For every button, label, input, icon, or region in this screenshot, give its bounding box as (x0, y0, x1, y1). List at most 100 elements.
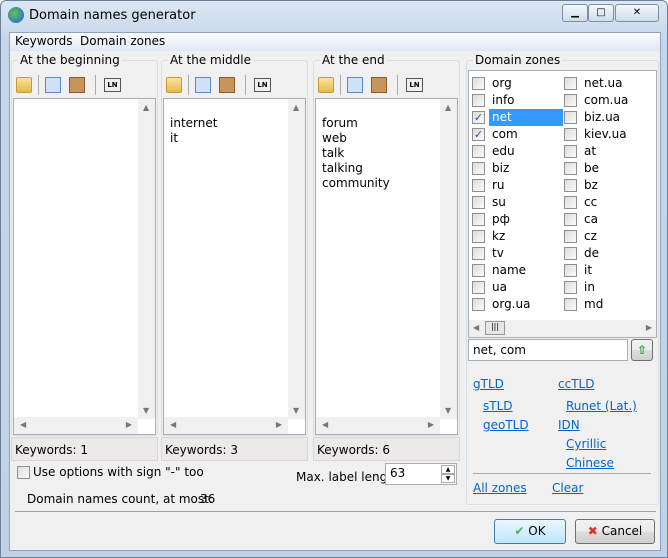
zone-label[interactable]: at (581, 143, 661, 160)
zone-label[interactable]: рф (489, 211, 563, 228)
spin-down-button[interactable]: ▼ (441, 474, 455, 483)
keyword-item[interactable]: talk (322, 146, 344, 161)
link-idn[interactable]: IDN (558, 418, 580, 432)
zone-label[interactable]: edu (489, 143, 563, 160)
zone-checkbox-bz[interactable] (564, 179, 577, 192)
zone-checkbox-kiev.ua[interactable] (564, 128, 577, 141)
zone-checkbox-ua[interactable] (472, 281, 485, 294)
link-chinese[interactable]: Chinese (566, 456, 614, 470)
zone-label[interactable]: it (581, 262, 661, 279)
zone-label[interactable]: be (581, 160, 661, 177)
keyword-item[interactable]: web (322, 131, 347, 146)
zone-checkbox-net[interactable]: ✓ (472, 111, 485, 124)
zone-checkbox-org.ua[interactable] (472, 298, 485, 311)
line-numbers-icon[interactable]: LN (254, 78, 271, 92)
spin-up-button[interactable]: ▲ (441, 465, 455, 474)
link-gtld[interactable]: gTLD (473, 377, 504, 391)
zone-label[interactable]: name (489, 262, 563, 279)
zone-label[interactable]: cc (581, 194, 661, 211)
zones-list[interactable]: org info ✓ net ✓ com edu biz ru su рф kz t… (468, 70, 657, 338)
cancel-button[interactable]: ✖ Cancel (575, 519, 655, 544)
zone-checkbox-it[interactable] (564, 264, 577, 277)
line-numbers-icon[interactable]: LN (406, 78, 423, 92)
zone-label[interactable]: biz.ua (581, 109, 661, 126)
zone-label[interactable]: su (489, 194, 563, 211)
zone-checkbox-рф[interactable] (472, 213, 485, 226)
zone-checkbox-tv[interactable] (472, 247, 485, 260)
link-cyrillic[interactable]: Cyrillic (566, 437, 606, 451)
zone-checkbox-biz[interactable] (472, 162, 485, 175)
keywords-list[interactable]: ▲ ▼ ◀ ▶ (13, 98, 156, 435)
zone-checkbox-ru[interactable] (472, 179, 485, 192)
zone-label[interactable]: biz (489, 160, 563, 177)
link-all-zones[interactable]: All zones (473, 481, 527, 495)
zone-label[interactable]: ua (489, 279, 563, 296)
keyword-item[interactable]: community (322, 176, 390, 191)
ok-button[interactable]: ✔ OK (494, 519, 566, 544)
zone-checkbox-edu[interactable] (472, 145, 485, 158)
zone-label[interactable]: com (489, 126, 563, 143)
zone-checkbox-at[interactable] (564, 145, 577, 158)
zone-checkbox-de[interactable] (564, 247, 577, 260)
scroll-thumb[interactable]: ||| (485, 321, 505, 335)
horizontal-scrollbar[interactable]: ◀ ▶ (316, 417, 440, 434)
link-stld[interactable]: sTLD (483, 399, 513, 413)
zone-label[interactable]: md (581, 296, 661, 313)
zone-label[interactable]: org (489, 75, 563, 92)
zone-label[interactable]: cz (581, 228, 661, 245)
zone-checkbox-in[interactable] (564, 281, 577, 294)
copy-icon[interactable] (347, 77, 363, 93)
horizontal-scrollbar[interactable]: ◀ ▶ (14, 417, 138, 434)
zone-label[interactable]: de (581, 245, 661, 262)
zone-label[interactable]: net.ua (581, 75, 661, 92)
zone-label[interactable]: ca (581, 211, 661, 228)
open-folder-icon[interactable] (166, 77, 182, 93)
open-folder-icon[interactable] (318, 77, 334, 93)
copy-icon[interactable] (45, 77, 61, 93)
keyword-item[interactable]: internet (170, 116, 217, 131)
keyword-item[interactable]: it (170, 131, 178, 146)
menu-keywords[interactable]: Keywords (15, 34, 73, 48)
zone-checkbox-name[interactable] (472, 264, 485, 277)
zone-label[interactable]: bz (581, 177, 661, 194)
max-label-length-spinner[interactable]: 63 ▲ ▼ (385, 463, 457, 485)
paste-icon[interactable] (219, 77, 235, 93)
zones-horizontal-scrollbar[interactable]: ◀ ||| ▶ (469, 320, 656, 337)
zone-label[interactable]: kiev.ua (581, 126, 661, 143)
copy-icon[interactable] (195, 77, 211, 93)
link-runet[interactable]: Runet (Lat.) (566, 399, 637, 413)
open-folder-icon[interactable] (16, 77, 32, 93)
link-geotld[interactable]: geoTLD (483, 418, 529, 432)
zone-checkbox-biz.ua[interactable] (564, 111, 577, 124)
menu-domain-zones[interactable]: Domain zones (80, 34, 165, 48)
zone-label[interactable]: com.ua (581, 92, 661, 109)
line-numbers-icon[interactable]: LN (104, 78, 121, 92)
zone-checkbox-com[interactable]: ✓ (472, 128, 485, 141)
zone-checkbox-com.ua[interactable] (564, 94, 577, 107)
maximize-button[interactable]: □ (588, 4, 614, 22)
selected-zones-field[interactable]: net, com (468, 339, 628, 361)
zone-checkbox-md[interactable] (564, 298, 577, 311)
zone-checkbox-su[interactable] (472, 196, 485, 209)
vertical-scrollbar[interactable]: ▲ ▼ (138, 99, 155, 419)
paste-icon[interactable] (371, 77, 387, 93)
zone-checkbox-cz[interactable] (564, 230, 577, 243)
link-clear[interactable]: Clear (552, 481, 583, 495)
zone-label[interactable]: net (489, 109, 563, 126)
zone-label[interactable]: tv (489, 245, 563, 262)
link-cctld[interactable]: ccTLD (558, 377, 594, 391)
minimize-button[interactable]: ▁ (562, 4, 588, 22)
keywords-list[interactable]: forum web talk talking community ▲ ▼ ◀ ▶ (315, 98, 458, 435)
zone-checkbox-kz[interactable] (472, 230, 485, 243)
close-button[interactable]: ✕ (615, 4, 659, 22)
zone-checkbox-cc[interactable] (564, 196, 577, 209)
zone-label[interactable]: kz (489, 228, 563, 245)
vertical-scrollbar[interactable]: ▲ ▼ (440, 99, 457, 419)
keyword-item[interactable]: talking (322, 161, 363, 176)
zone-label[interactable]: info (489, 92, 563, 109)
keywords-list[interactable]: internet it ▲ ▼ ◀ ▶ (163, 98, 306, 435)
zone-label[interactable]: in (581, 279, 661, 296)
zone-label[interactable]: ru (489, 177, 563, 194)
horizontal-scrollbar[interactable]: ◀ ▶ (164, 417, 288, 434)
zone-label[interactable]: org.ua (489, 296, 563, 313)
